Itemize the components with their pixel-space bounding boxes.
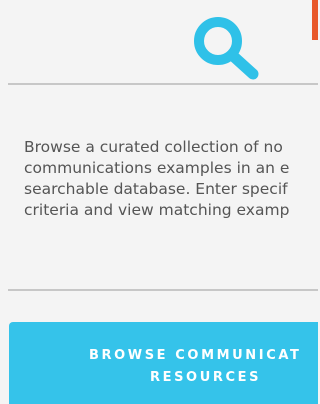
divider-bottom	[8, 289, 318, 291]
search-icon	[194, 17, 259, 80]
description-line: communications examples in an e	[24, 159, 290, 177]
resource-card: Browse a curated collection of no commun…	[0, 0, 318, 404]
description-line: searchable database. Enter specif	[24, 180, 288, 198]
description-text: Browse a curated collection of no commun…	[24, 137, 318, 221]
description-line: criteria and view matching examp	[24, 201, 290, 219]
search-icon-handle	[226, 49, 259, 80]
button-label-line: BROWSE COMMUNICAT	[89, 348, 302, 363]
accent-strip	[312, 0, 318, 40]
button-label-line: RESOURCES	[150, 370, 262, 385]
divider-top	[8, 83, 318, 85]
browse-resources-button[interactable]: BROWSE COMMUNICAT RESOURCES	[9, 322, 318, 404]
description-line: Browse a curated collection of no	[24, 138, 283, 156]
